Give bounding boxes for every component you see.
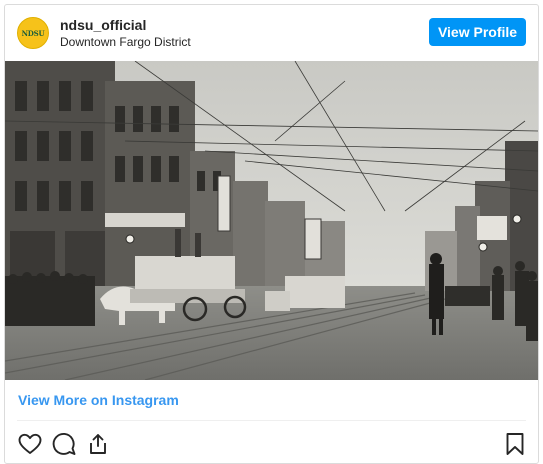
heart-icon[interactable] (17, 431, 43, 462)
avatar[interactable]: NDSU (17, 17, 49, 49)
username[interactable]: ndsu_official (60, 17, 191, 33)
post-header: NDSU ndsu_official Downtown Fargo Distri… (5, 5, 538, 61)
user-block: ndsu_official Downtown Fargo District (60, 17, 191, 51)
avatar-logo-text: NDSU (21, 28, 45, 38)
view-profile-button[interactable]: View Profile (429, 18, 526, 46)
location[interactable]: Downtown Fargo District (60, 33, 191, 51)
comment-icon[interactable] (51, 431, 77, 462)
bookmark-icon[interactable] (502, 431, 528, 462)
street-parade-photo (5, 61, 538, 380)
divider (17, 420, 526, 421)
instagram-embed-card: NDSU ndsu_official Downtown Fargo Distri… (4, 4, 539, 464)
view-more-on-instagram-link[interactable]: View More on Instagram (18, 392, 179, 408)
share-icon[interactable] (85, 431, 111, 462)
post-photo[interactable] (5, 61, 538, 380)
